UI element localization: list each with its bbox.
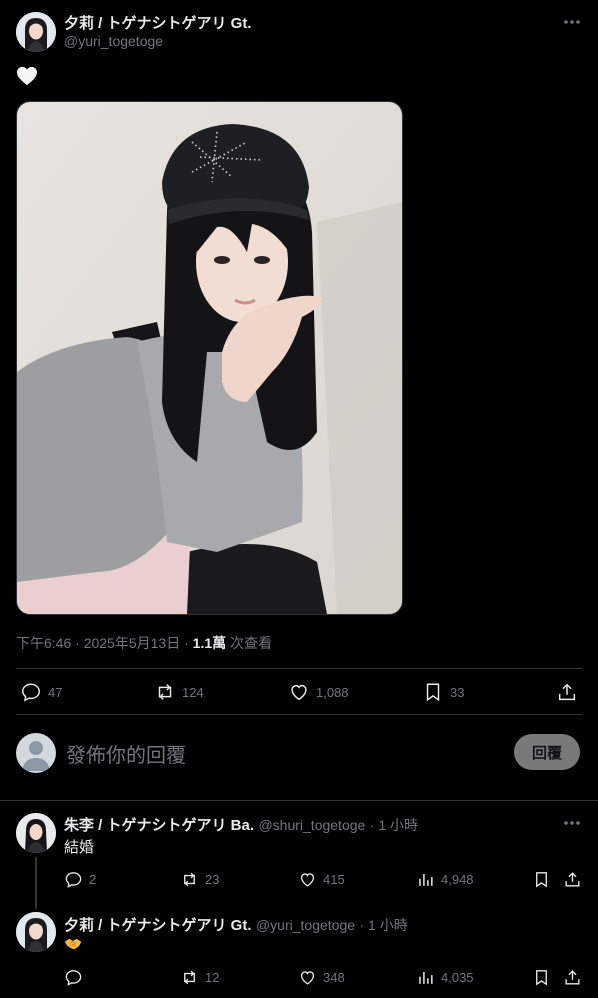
reply-button[interactable] [64, 968, 89, 987]
retweet-button[interactable]: 12 [180, 968, 219, 987]
retweet-count: 12 [205, 970, 220, 985]
handshake-emoji [64, 937, 82, 956]
analytics-icon [419, 971, 433, 984]
more-options-icon[interactable] [562, 815, 582, 836]
reply-button[interactable]: 47 [20, 681, 62, 703]
thread-line [35, 857, 37, 909]
tweet-photo[interactable] [16, 101, 403, 615]
reply-author-name[interactable]: 朱李 / トゲナシトゲアリ Ba. [64, 817, 254, 834]
views-count: 4,948 [441, 872, 474, 887]
separator: · [75, 635, 80, 651]
heart-icon [300, 873, 315, 887]
retweet-icon [184, 872, 195, 887]
reply-time[interactable]: · 1 小時 [370, 817, 418, 833]
like-count: 415 [323, 872, 345, 887]
bookmark-icon [426, 683, 440, 702]
like-count: 1,088 [316, 684, 349, 700]
white-heart-icon [16, 66, 38, 91]
tweet-time[interactable]: 下午6:46 [16, 635, 71, 651]
heart-icon [300, 971, 315, 985]
reply-time[interactable]: · 1 小時 [359, 917, 407, 933]
divider [16, 714, 582, 715]
reply-submit-button[interactable]: 回覆 [514, 734, 580, 770]
share-icon[interactable] [556, 681, 578, 708]
retweet-count: 23 [205, 872, 220, 887]
divider [16, 668, 582, 669]
reply-avatar[interactable] [16, 813, 56, 853]
bookmark-icon[interactable] [532, 968, 551, 992]
retweet-button[interactable]: 23 [180, 870, 219, 889]
reply-button[interactable]: 2 [64, 870, 96, 889]
like-button[interactable]: 348 [298, 968, 345, 987]
bookmark-button[interactable]: 33 [422, 681, 464, 703]
reply-input[interactable]: 發佈你的回覆 [66, 739, 186, 768]
reply-icon [22, 683, 40, 702]
views-button[interactable]: 4,948 [416, 870, 474, 889]
reply-header: 夕莉 / トゲナシトゲアリ Gt. @yuri_togetoge · 1 小時 [64, 914, 408, 935]
retweet-button[interactable]: 124 [154, 681, 204, 703]
like-count: 348 [323, 970, 345, 985]
heart-icon [291, 684, 307, 701]
reply-avatar[interactable] [16, 912, 56, 952]
reply-text: 結婚 [64, 839, 95, 856]
reply-author-handle[interactable]: @yuri_togetoge [256, 917, 355, 933]
author-name[interactable]: 夕莉 / トゲナシトゲアリ Gt. [64, 12, 252, 33]
retweet-icon [184, 970, 195, 985]
reply-count: 2 [89, 872, 97, 887]
author-avatar[interactable] [16, 12, 56, 52]
share-icon[interactable] [563, 968, 582, 992]
divider [0, 800, 598, 801]
reply-author-handle[interactable]: @shuri_togetoge [258, 817, 365, 833]
retweet-icon [158, 684, 172, 700]
reply-count: 47 [48, 684, 63, 700]
tweet-timestamp[interactable]: 下午6:46 · 2025年5月13日 · 1.1萬 次查看 [16, 633, 272, 653]
author-handle[interactable]: @yuri_togetoge [64, 33, 163, 49]
bookmark-icon[interactable] [532, 870, 551, 894]
retweet-count: 124 [182, 684, 204, 700]
reply-author-name[interactable]: 夕莉 / トゲナシトゲアリ Gt. [64, 917, 252, 934]
views-count: 4,035 [441, 970, 474, 985]
views-label: 次查看 [230, 635, 273, 651]
reply-submit-label: 回覆 [531, 744, 562, 762]
user-avatar[interactable] [16, 733, 56, 773]
like-button[interactable]: 1,088 [288, 681, 349, 703]
more-options-icon[interactable] [562, 14, 582, 35]
reply-icon [65, 970, 82, 986]
reply-header: 朱李 / トゲナシトゲアリ Ba. @shuri_togetoge · 1 小時 [64, 814, 418, 835]
reply-icon [65, 872, 82, 888]
views-button[interactable]: 4,035 [416, 968, 474, 987]
analytics-icon [419, 873, 433, 886]
views-count: 1.1萬 [192, 635, 227, 651]
share-icon[interactable] [563, 870, 582, 894]
tweet-date[interactable]: 2025年5月13日 [84, 635, 181, 651]
like-button[interactable]: 415 [298, 870, 345, 889]
separator: · [184, 635, 189, 651]
bookmark-count: 33 [450, 684, 465, 700]
